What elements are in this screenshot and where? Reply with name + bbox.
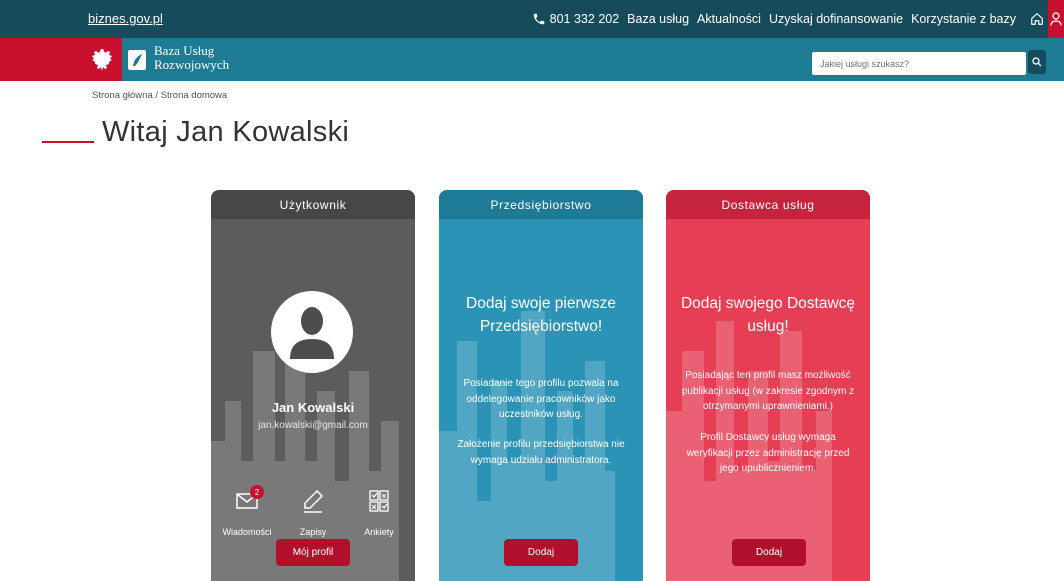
bur-logo-icon[interactable] (128, 50, 146, 70)
enterprise-description: Posiadanie tego profilu pozwala na oddel… (463, 378, 619, 420)
user-email: jan.kowalski@gmail.com (258, 420, 368, 431)
enterprise-card-body: Dodaj swoje pierwsze Przedsiębiorstwo! P… (439, 219, 643, 581)
top-links: 801 332 202 Baza usług Aktualności Uzysk… (532, 0, 1044, 38)
user-card: Użytkownik Jan Kowalski jan.kowalski@gma… (211, 190, 415, 581)
brand-name[interactable]: Baza Usług Rozwojowych (154, 44, 229, 72)
surveys-shortcut[interactable]: Ankiety (351, 485, 407, 537)
enterprise-note: Założenie profilu przedsiębiorstwa nie w… (457, 439, 625, 466)
user-card-body: Jan Kowalski jan.kowalski@gmail.com 2 Wi… (211, 219, 415, 581)
add-enterprise-button[interactable]: Dodaj (504, 539, 578, 566)
avatar (271, 291, 353, 373)
add-provider-button[interactable]: Dodaj (732, 539, 806, 566)
user-account-button[interactable] (1048, 0, 1064, 38)
nav-link-usage[interactable]: Korzystanie z bazy (911, 12, 1016, 26)
provider-headline: Dodaj swojego Dostawcę usług! (680, 295, 856, 335)
messages-shortcut[interactable]: 2 Wiadomości (219, 485, 275, 537)
phone-number: 801 332 202 (549, 12, 620, 26)
home-icon[interactable] (1030, 12, 1044, 26)
nav-link-news[interactable]: Aktualności (697, 12, 761, 26)
domain-link[interactable]: biznes.gov.pl (88, 11, 163, 26)
phone-icon (533, 13, 544, 25)
user-icon (1050, 12, 1062, 26)
phone-contact[interactable]: 801 332 202 (532, 12, 620, 26)
search-icon (1032, 57, 1042, 67)
search-input[interactable] (812, 52, 1026, 75)
nav-link-funding[interactable]: Uzyskaj dofinansowanie (769, 12, 903, 26)
nav-link-services[interactable]: Baza usług (627, 12, 689, 26)
top-bar: biznes.gov.pl 801 332 202 Baza usług Akt… (0, 0, 1064, 38)
pencil-icon (304, 489, 324, 513)
provider-card: Dostawca usług Dodaj swojego Dostawcę us… (666, 190, 870, 581)
surveys-label: Ankiety (364, 527, 394, 537)
enrollments-shortcut[interactable]: Zapisy (285, 485, 341, 537)
search-button[interactable] (1028, 50, 1046, 74)
user-silhouette-icon (290, 307, 334, 359)
user-name: Jan Kowalski (271, 400, 355, 415)
messages-label: Wiadomości (222, 527, 272, 537)
my-profile-button[interactable]: Mój profil (276, 539, 350, 566)
provider-note: Profil Dostawcy usług wymaga weryfikacji… (686, 432, 850, 474)
enterprise-headline: Dodaj swoje pierwsze Przedsiębiorstwo! (466, 295, 616, 335)
provider-card-header: Dostawca usług (666, 190, 870, 219)
brand-name-line2: Rozwojowych (154, 57, 230, 72)
enrollments-label: Zapisy (299, 527, 327, 537)
brand-name-line1: Baza Usług (154, 43, 215, 58)
user-card-header: Użytkownik (211, 190, 415, 219)
page-title: Witaj Jan Kowalski (102, 116, 350, 148)
checklist-grid-icon (369, 490, 389, 512)
messages-badge: 2 (250, 485, 264, 499)
title-accent-line (42, 141, 94, 143)
provider-description: Posiadając ten profil masz możliwość pub… (681, 370, 855, 412)
breadcrumb[interactable]: Strona główna / Strona domowa (92, 90, 227, 101)
enterprise-card: Przedsiębiorstwo Dodaj swoje pierwsze Pr… (439, 190, 643, 581)
provider-card-body: Dodaj swojego Dostawcę usług! Posiadając… (666, 219, 870, 581)
enterprise-card-header: Przedsiębiorstwo (439, 190, 643, 219)
eagle-emblem-icon (92, 49, 112, 71)
